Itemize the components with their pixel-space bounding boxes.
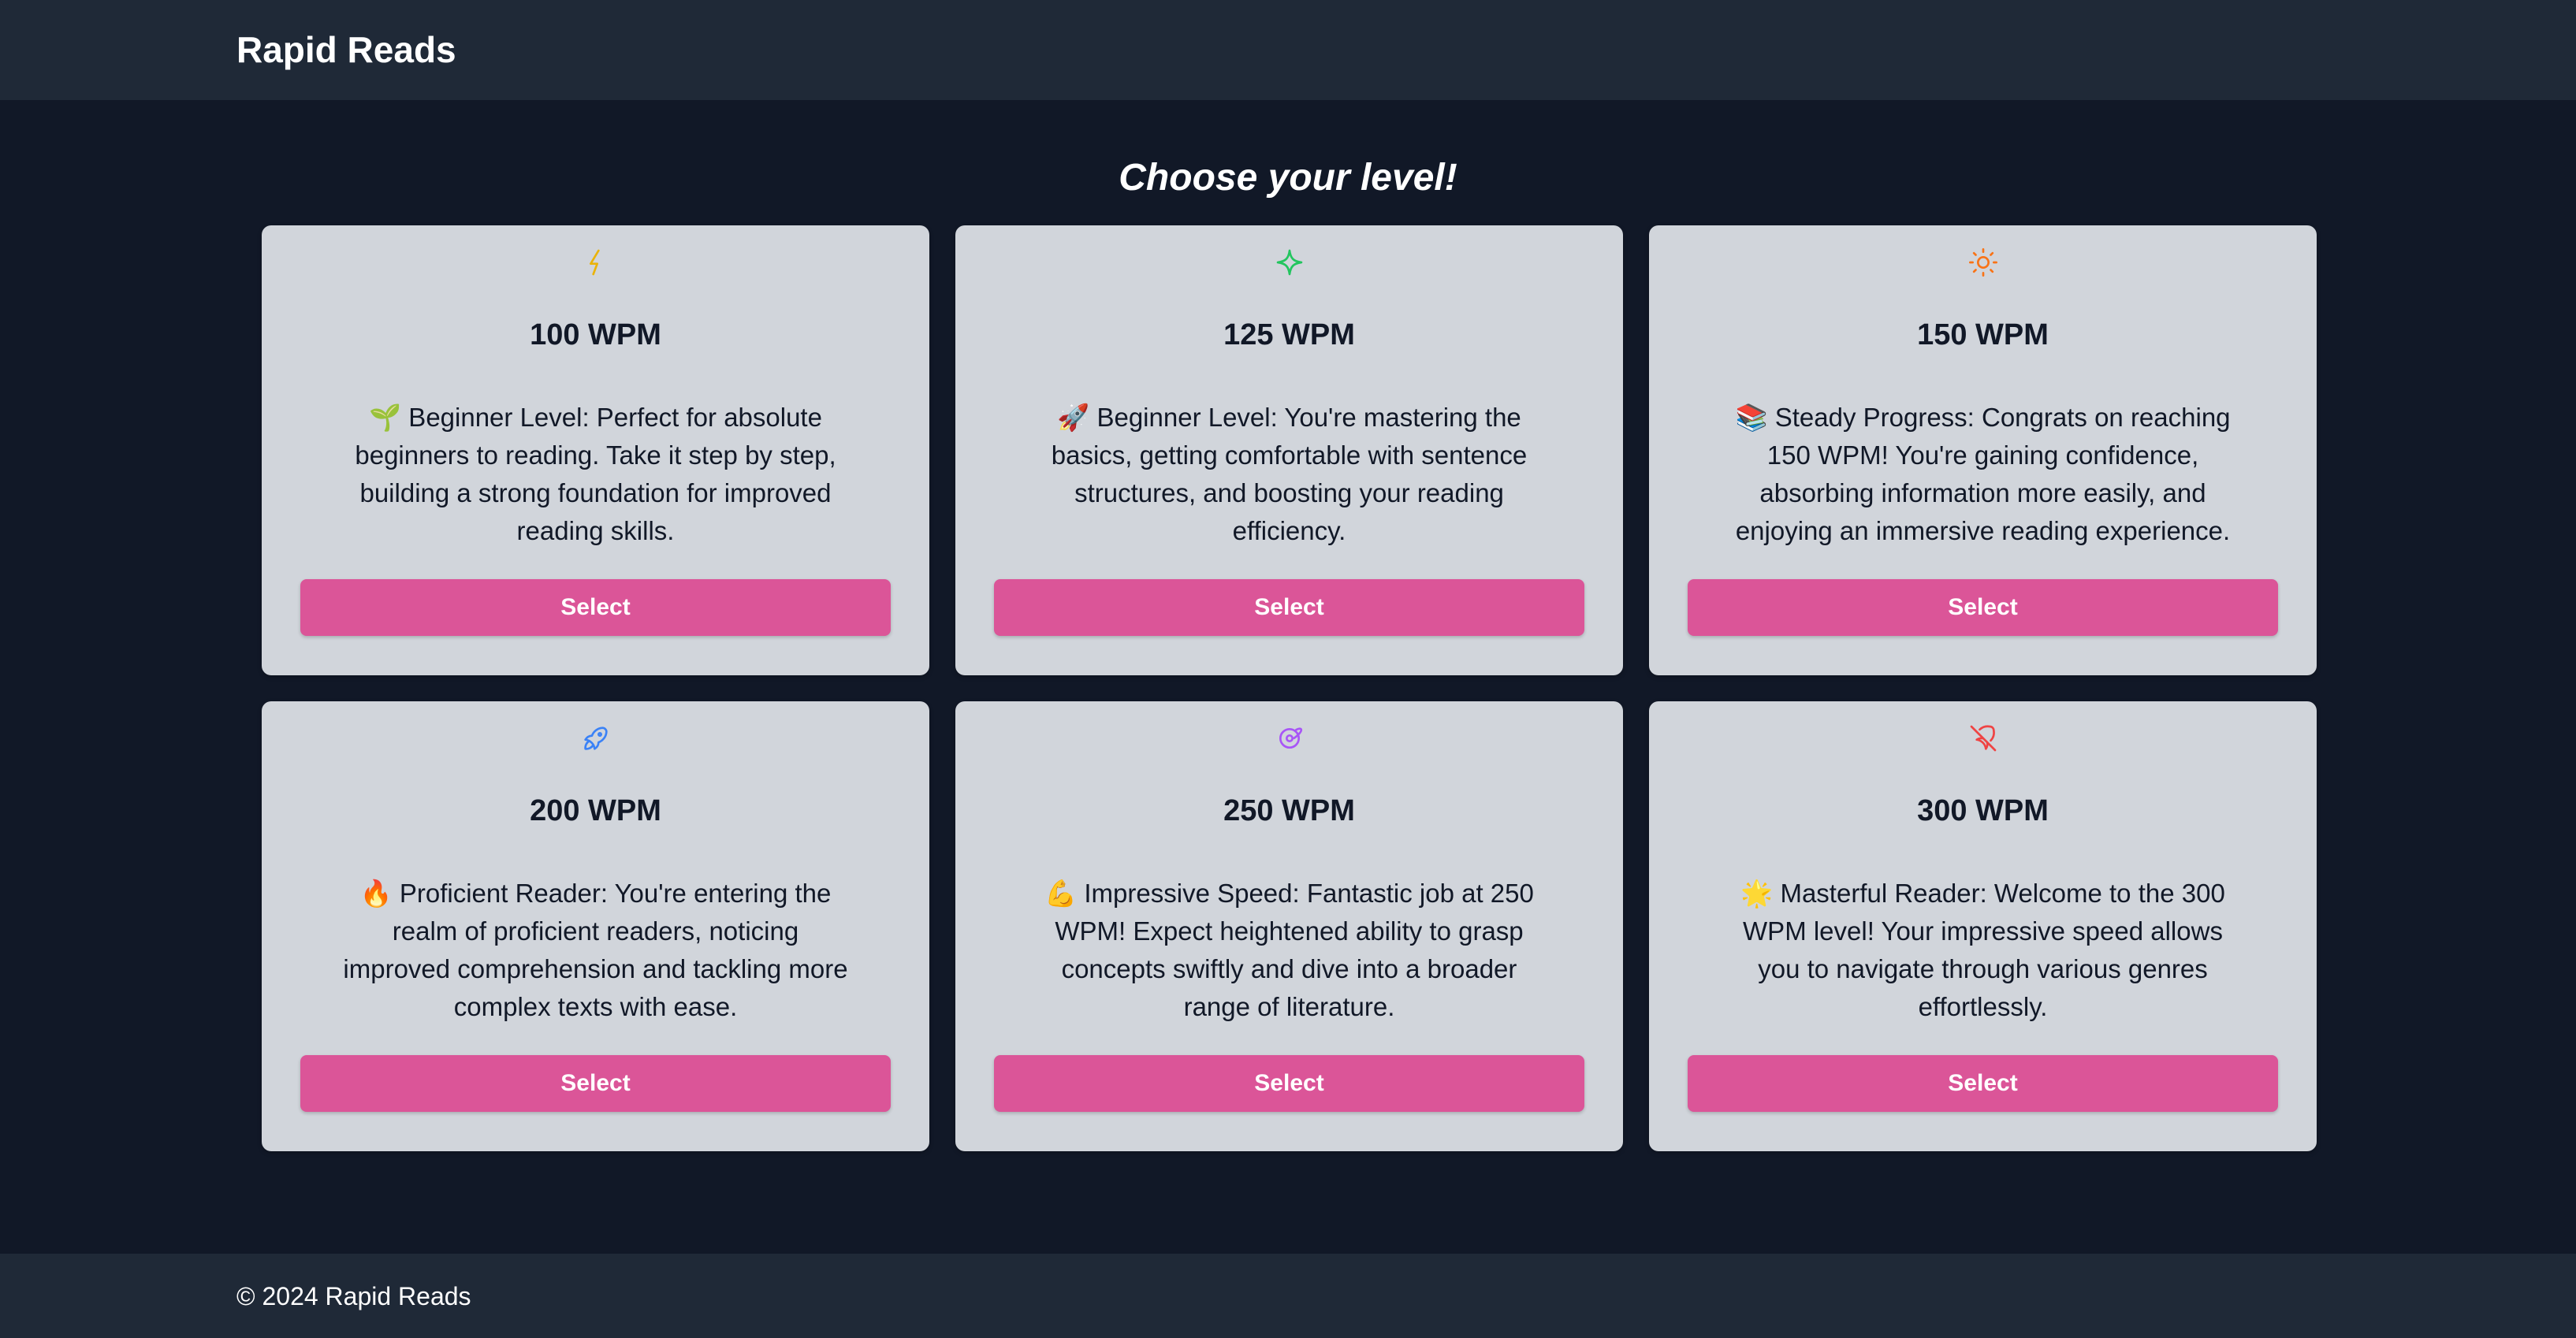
brand-title: Rapid Reads (236, 29, 456, 70)
level-description: 📚 Steady Progress: Congrats on reaching … (1735, 403, 2231, 545)
select-button[interactable]: Select (300, 579, 891, 636)
level-description: 💪 Impressive Speed: Fantastic job at 250… (1044, 879, 1534, 1021)
level-grid: 100 WPM 🌱 Beginner Level: Perfect for ab… (262, 225, 2317, 1154)
level-card: 300 WPM 🌟 Masterful Reader: Welcome to t… (1649, 701, 2317, 1151)
level-card: 150 WPM 📚 Steady Progress: Congrats on r… (1649, 225, 2317, 675)
header: Rapid Reads (0, 0, 2576, 100)
planet-icon (1279, 727, 1302, 749)
level-description: 🌱 Beginner Level: Perfect for absolute b… (355, 403, 836, 545)
level-card: 200 WPM 🔥 Proficient Reader: You're ente… (262, 701, 929, 1151)
select-button[interactable]: Select (1688, 579, 2278, 636)
rocket-icon (583, 727, 608, 750)
select-button[interactable]: Select (300, 1055, 891, 1112)
level-wpm: 125 WPM (1223, 318, 1355, 351)
select-button[interactable]: Select (1688, 1055, 2278, 1112)
page-title: Choose your level! (1119, 157, 1457, 199)
level-card: 250 WPM 💪 Impressive Speed: Fantastic jo… (955, 701, 1623, 1151)
level-description: 🌟 Masterful Reader: Welcome to the 300 W… (1740, 879, 2225, 1021)
footer: © 2024 Rapid Reads (0, 1254, 2576, 1338)
level-card: 125 WPM 🚀 Beginner Level: You're masteri… (955, 225, 1623, 675)
select-button[interactable]: Select (994, 1055, 1584, 1112)
level-card: 100 WPM 🌱 Beginner Level: Perfect for ab… (262, 225, 929, 675)
level-description: 🚀 Beginner Level: You're mastering the b… (1051, 403, 1528, 545)
level-wpm: 300 WPM (1917, 794, 2049, 827)
level-wpm: 150 WPM (1917, 318, 2049, 351)
copyright-text: © 2024 Rapid Reads (236, 1282, 471, 1310)
level-description: 🔥 Proficient Reader: You're entering the… (343, 879, 848, 1021)
level-wpm: 250 WPM (1223, 794, 1355, 827)
rocket-off-icon (1970, 725, 1996, 752)
sparkle-icon (1276, 249, 1302, 276)
level-wpm: 100 WPM (530, 318, 661, 351)
sun-icon (1968, 248, 1997, 277)
main-content: Choose your level! 100 WPM 🌱 Beginner Le… (0, 100, 2576, 1254)
select-button[interactable]: Select (994, 579, 1584, 636)
level-wpm: 200 WPM (530, 794, 661, 827)
lightning-icon (589, 249, 600, 276)
